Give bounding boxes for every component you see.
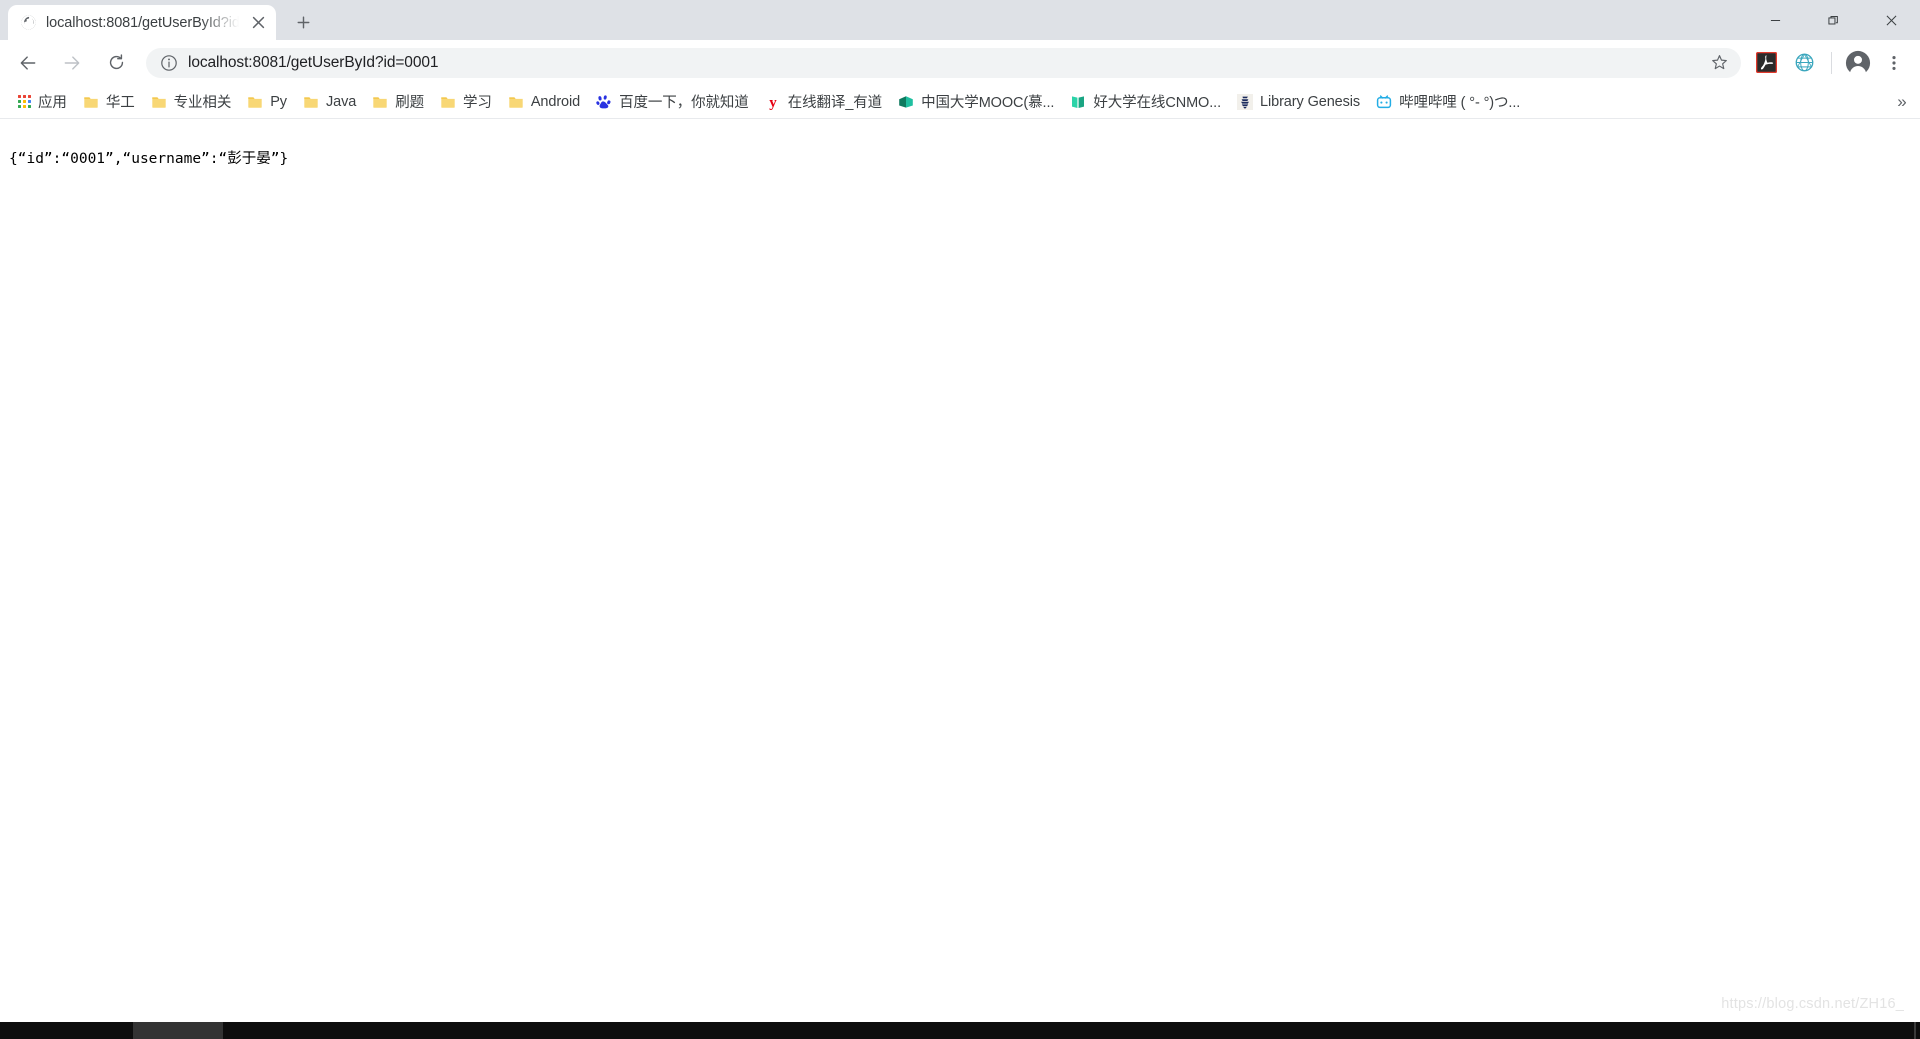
json-response-text: {“id”:“0001”,“username”:“彭于晏”} <box>9 151 289 167</box>
folder-icon <box>508 94 524 110</box>
bookmark-label: 好大学在线CNMO... <box>1093 95 1222 111</box>
folder-icon <box>247 94 263 110</box>
arrow-right-icon <box>64 55 80 70</box>
close-icon[interactable] <box>248 13 268 33</box>
url-text: localhost:8081/getUserById?id=0001 <box>188 53 439 71</box>
globe-icon <box>20 14 37 31</box>
mooc-icon <box>898 94 914 110</box>
bookmark-item[interactable]: Java <box>295 89 364 115</box>
profile-icon <box>1845 50 1871 75</box>
bookmark-item[interactable]: 中国大学MOOC(慕... <box>890 89 1062 115</box>
bookmark-item[interactable]: Py <box>239 89 295 115</box>
bookmark-label: 华工 <box>105 95 135 111</box>
restore-button[interactable] <box>1804 0 1862 40</box>
restore-icon <box>1827 15 1838 24</box>
baidu-icon <box>596 94 612 110</box>
page-content: {“id”:“0001”,“username”:“彭于晏”} https://b… <box>0 120 1920 1022</box>
arrow-left-icon <box>20 55 36 70</box>
close-icon <box>1886 15 1896 25</box>
back-button[interactable] <box>10 45 46 81</box>
browser-tab[interactable]: localhost:8081/getUserById?id <box>8 5 276 40</box>
bookmark-item[interactable]: 华工 <box>75 89 143 115</box>
chrome-menu-button[interactable] <box>1878 47 1910 79</box>
bookmarks-overflow-button[interactable]: » <box>1890 89 1914 115</box>
bookmark-label: 哔哩哔哩 ( °- °)つ... <box>1399 95 1521 111</box>
bookmark-label: 应用 <box>38 95 67 111</box>
bookmark-item[interactable]: 好大学在线CNMO... <box>1062 89 1229 115</box>
bookmark-item[interactable]: y 在线翻译_有道 <box>757 89 890 115</box>
avatar[interactable] <box>1842 47 1874 79</box>
webgl-globe-extension-icon[interactable] <box>1790 49 1818 77</box>
bookmark-label: 中国大学MOOC(慕... <box>921 95 1055 111</box>
bookmark-label: Library Genesis <box>1260 93 1361 110</box>
bookmarks-bar: 应用 华工 专业相关 Py Java 刷题 学习 Android 百度一下，你就… <box>0 85 1920 119</box>
bookmark-item[interactable]: 学习 <box>432 89 500 115</box>
plus-icon <box>297 16 309 28</box>
youdao-icon: y <box>765 94 781 110</box>
bookmark-item[interactable]: 百度一下，你就知道 <box>588 89 757 115</box>
minimize-icon <box>1770 19 1780 21</box>
window-controls <box>1746 0 1920 40</box>
tab-strip: localhost:8081/getUserById?id <box>0 0 1920 40</box>
bookmark-label: Android <box>530 93 581 110</box>
taskbar-active-item[interactable] <box>133 1022 223 1039</box>
browser-toolbar: localhost:8081/getUserById?id=0001 <box>0 40 1920 85</box>
folder-icon <box>303 94 319 110</box>
os-taskbar <box>0 1022 1920 1039</box>
reload-button[interactable] <box>98 45 134 81</box>
address-bar[interactable]: localhost:8081/getUserById?id=0001 <box>146 47 1741 78</box>
forward-button[interactable] <box>54 45 90 81</box>
bookmark-apps[interactable]: 应用 <box>10 89 75 115</box>
toolbar-divider <box>1831 51 1832 74</box>
folder-icon <box>372 94 388 110</box>
adobe-acrobat-extension-icon[interactable] <box>1752 49 1780 77</box>
bookmark-item[interactable]: Library Genesis <box>1229 89 1368 115</box>
bookmark-item[interactable]: Android <box>500 89 588 115</box>
bookmark-label: Java <box>325 93 357 110</box>
bookmark-label: 学习 <box>463 95 492 111</box>
bilibili-icon <box>1376 94 1392 110</box>
minimize-button[interactable] <box>1746 0 1804 40</box>
libgen-icon <box>1237 93 1254 110</box>
cnmooc-icon <box>1070 94 1086 110</box>
bookmark-label: 百度一下，你就知道 <box>619 95 749 111</box>
page-info-icon[interactable] <box>160 54 178 72</box>
folder-icon <box>440 94 456 110</box>
reload-icon <box>109 54 123 70</box>
folder-icon <box>151 94 167 110</box>
kebab-menu-icon <box>1892 55 1896 70</box>
browser-window: localhost:8081/getUserById?id localhost:… <box>0 0 1920 1039</box>
new-tab-button[interactable] <box>288 7 318 37</box>
taskbar-show-desktop[interactable] <box>1914 1022 1916 1039</box>
bookmark-item[interactable]: 刷题 <box>364 89 432 115</box>
bookmark-item[interactable]: 哔哩哔哩 ( °- °)つ... <box>1368 89 1528 115</box>
apps-grid-icon <box>18 95 31 108</box>
bookmark-label: Py <box>270 93 287 110</box>
folder-icon <box>83 94 99 110</box>
svg-text:y: y <box>769 95 777 110</box>
bookmark-label: 在线翻译_有道 <box>787 95 883 111</box>
bookmark-label: 专业相关 <box>173 95 232 111</box>
bookmark-star-icon[interactable] <box>1705 49 1733 77</box>
bookmark-item[interactable]: 专业相关 <box>143 89 240 115</box>
tab-title: localhost:8081/getUserById?id <box>46 14 239 31</box>
close-button[interactable] <box>1862 0 1920 40</box>
bookmark-label: 刷题 <box>395 95 425 111</box>
watermark-text: https://blog.csdn.net/ZH16_ <box>1721 996 1904 1012</box>
